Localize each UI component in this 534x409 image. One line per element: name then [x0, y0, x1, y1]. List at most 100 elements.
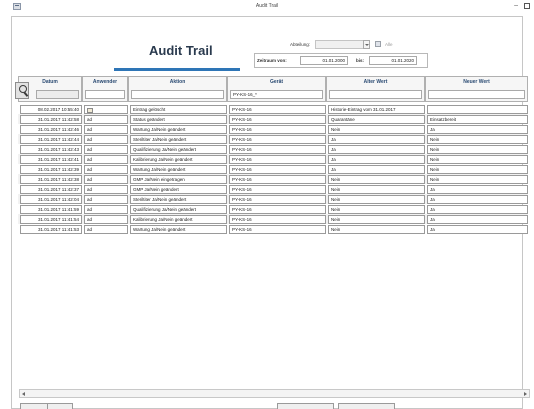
scroll-left-icon[interactable]	[22, 392, 25, 396]
cell-neuer-wert[interactable]: Nein	[427, 175, 528, 184]
filter-input-aktion[interactable]	[131, 90, 224, 99]
cell-aktion[interactable]: Steriltiter Ja/Nein geändert	[130, 195, 227, 204]
cell-datum[interactable]: 31.01.2017 11:42:44	[20, 135, 82, 144]
footer-button-2[interactable]	[47, 403, 73, 409]
date-from-input[interactable]: 01.01.2000	[300, 56, 348, 65]
table-row[interactable]: 08.02.2017 10:55:40 Eintrag gelöscht PY-KS…	[18, 104, 528, 114]
cell-geraet[interactable]: PY-KS-16	[229, 175, 326, 184]
footer-button-3[interactable]	[277, 403, 334, 409]
cell-neuer-wert[interactable]: Ja	[427, 185, 528, 194]
cell-aktion[interactable]: Kalibrierung Ja/Nein geändert	[130, 155, 227, 164]
cell-alter-wert[interactable]: Nein	[328, 175, 425, 184]
cell-anwender[interactable]: ad	[84, 155, 128, 164]
cell-alter-wert[interactable]: Nein	[328, 185, 425, 194]
cell-anwender[interactable]: ad	[84, 215, 128, 224]
cell-anwender[interactable]: ad	[84, 175, 128, 184]
table-row[interactable]: 31.01.2017 11:42:41 ad Kalibrierung Ja/Nei…	[18, 154, 528, 164]
cell-neuer-wert[interactable]	[427, 105, 528, 114]
cell-anwender[interactable]: ad	[84, 165, 128, 174]
cell-geraet[interactable]: PY-KS-16	[229, 225, 326, 234]
cell-geraet[interactable]: PY-KS-16	[229, 125, 326, 134]
cell-neuer-wert[interactable]: Nein	[427, 135, 528, 144]
cell-aktion[interactable]: Wartung Ja/Nein geändert	[130, 165, 227, 174]
cell-geraet[interactable]: PY-KS-16	[229, 165, 326, 174]
cell-neuer-wert[interactable]: Ja	[427, 205, 528, 214]
cell-geraet[interactable]: PY-KS-16	[229, 215, 326, 224]
cell-aktion[interactable]: Status geändert	[130, 115, 227, 124]
cell-aktion[interactable]: Kalibrierung Ja/Nein geändert	[130, 215, 227, 224]
cell-aktion[interactable]: GMP Ja/Nein geändert	[130, 185, 227, 194]
cell-geraet[interactable]: PY-KS-16	[229, 135, 326, 144]
cell-neuer-wert[interactable]: Ja	[427, 195, 528, 204]
cell-geraet[interactable]: PY-KS-16	[229, 155, 326, 164]
cell-anwender[interactable]: ad	[84, 185, 128, 194]
table-row[interactable]: 31.01.2017 11:41:54 ad Kalibrierung Ja/Nei…	[18, 214, 528, 224]
cell-alter-wert[interactable]: Ja	[328, 145, 425, 154]
table-row[interactable]: 31.01.2017 11:42:38 ad GMP Ja/Nein eingetr…	[18, 174, 528, 184]
abteilung-select[interactable]	[315, 40, 364, 49]
cell-anwender[interactable]: ad	[84, 115, 128, 124]
table-row[interactable]: 31.01.2017 11:41:53 ad Wartung Ja/Nein geä…	[18, 224, 528, 234]
cell-aktion[interactable]: Qualifizierung Ja/Nein geändert	[130, 205, 227, 214]
cell-alter-wert[interactable]: Historie-Eintrag vom 31.01.2017	[328, 105, 425, 114]
date-to-input[interactable]: 01.01.2020	[369, 56, 417, 65]
maximize-icon[interactable]	[524, 3, 530, 9]
cell-geraet[interactable]: PY-KS-16	[229, 105, 326, 114]
filter-input-datum[interactable]	[36, 90, 79, 99]
cell-alter-wert[interactable]: Nein	[328, 195, 425, 204]
cell-datum[interactable]: 31.01.2017 11:41:59	[20, 205, 82, 214]
cell-alter-wert[interactable]: Ja	[328, 155, 425, 164]
cell-geraet[interactable]: PY-KS-16	[229, 115, 326, 124]
cell-geraet[interactable]: PY-KS-16	[229, 185, 326, 194]
table-row[interactable]: 31.01.2017 11:41:59 ad Qualifizierung Ja/N…	[18, 204, 528, 214]
cell-datum[interactable]: 31.01.2017 11:42:37	[20, 185, 82, 194]
search-icon[interactable]	[15, 82, 29, 99]
cell-datum[interactable]: 31.01.2017 11:42:38	[20, 175, 82, 184]
horizontal-scrollbar[interactable]	[19, 389, 530, 398]
cell-datum[interactable]: 31.01.2017 11:42:39	[20, 165, 82, 174]
cell-datum[interactable]: 31.01.2017 11:42:04	[20, 195, 82, 204]
cell-neuer-wert[interactable]: Nein	[427, 145, 528, 154]
table-row[interactable]: 31.01.2017 11:42:44 ad Steriltiter Ja/Nein…	[18, 134, 528, 144]
cell-datum[interactable]: 08.02.2017 10:55:40	[20, 105, 82, 114]
table-row[interactable]: 31.01.2017 11:42:46 ad Wartung Ja/Nein geä…	[18, 124, 528, 134]
cell-anwender[interactable]: ad	[84, 195, 128, 204]
cell-neuer-wert[interactable]: Nein	[427, 155, 528, 164]
cell-alter-wert[interactable]: Nein	[328, 225, 425, 234]
cell-datum[interactable]: 31.01.2017 11:42:58	[20, 115, 82, 124]
cell-anwender[interactable]: ad	[84, 225, 128, 234]
cell-alter-wert[interactable]: Nein	[328, 205, 425, 214]
filter-input-neuer-wert[interactable]	[428, 90, 525, 99]
table-row[interactable]: 31.01.2017 11:42:39 ad Wartung Ja/Nein geä…	[18, 164, 528, 174]
cell-aktion[interactable]: Wartung Ja/Nein geändert	[130, 125, 227, 134]
cell-geraet[interactable]: PY-KS-16	[229, 195, 326, 204]
table-row[interactable]: 31.01.2017 11:42:43 ad Qualifizierung Ja/N…	[18, 144, 528, 154]
cell-anwender[interactable]: ad	[84, 125, 128, 134]
filter-input-geraet[interactable]: PY-KS-16_*	[230, 90, 323, 99]
cell-alter-wert[interactable]: Nein	[328, 215, 425, 224]
scroll-right-icon[interactable]	[524, 392, 527, 396]
cell-anwender[interactable]: ad	[84, 145, 128, 154]
cell-neuer-wert[interactable]: Ja	[427, 215, 528, 224]
cell-neuer-wert[interactable]: Ja	[427, 225, 528, 234]
cell-aktion[interactable]: Eintrag gelöscht	[130, 105, 227, 114]
table-row[interactable]: 31.01.2017 11:42:04 ad Steriltiter Ja/Nein…	[18, 194, 528, 204]
footer-button-1[interactable]	[20, 403, 48, 409]
cell-anwender[interactable]: ad	[84, 205, 128, 214]
cell-aktion[interactable]: Qualifizierung Ja/Nein geändert	[130, 145, 227, 154]
cell-datum[interactable]: 31.01.2017 11:42:46	[20, 125, 82, 134]
cell-neuer-wert[interactable]: Einsatzbereit	[427, 115, 528, 124]
cell-aktion[interactable]: Wartung Ja/Nein geändert	[130, 225, 227, 234]
chevron-down-icon[interactable]	[363, 40, 370, 49]
cell-geraet[interactable]: PY-KS-16	[229, 145, 326, 154]
cell-aktion[interactable]: GMP Ja/Nein eingetragen	[130, 175, 227, 184]
cell-anwender[interactable]	[84, 105, 128, 114]
minimize-icon[interactable]: –	[514, 2, 518, 9]
cell-datum[interactable]: 31.01.2017 11:42:41	[20, 155, 82, 164]
table-row[interactable]: 31.01.2017 11:42:37 ad GMP Ja/Nein geänder…	[18, 184, 528, 194]
cell-alter-wert[interactable]: Quarantäne	[328, 115, 425, 124]
cell-neuer-wert[interactable]: Ja	[427, 125, 528, 134]
cell-alter-wert[interactable]: Ja	[328, 135, 425, 144]
cell-neuer-wert[interactable]: Nein	[427, 165, 528, 174]
table-row[interactable]: 31.01.2017 11:42:58 ad Status geändert PY-K…	[18, 114, 528, 124]
